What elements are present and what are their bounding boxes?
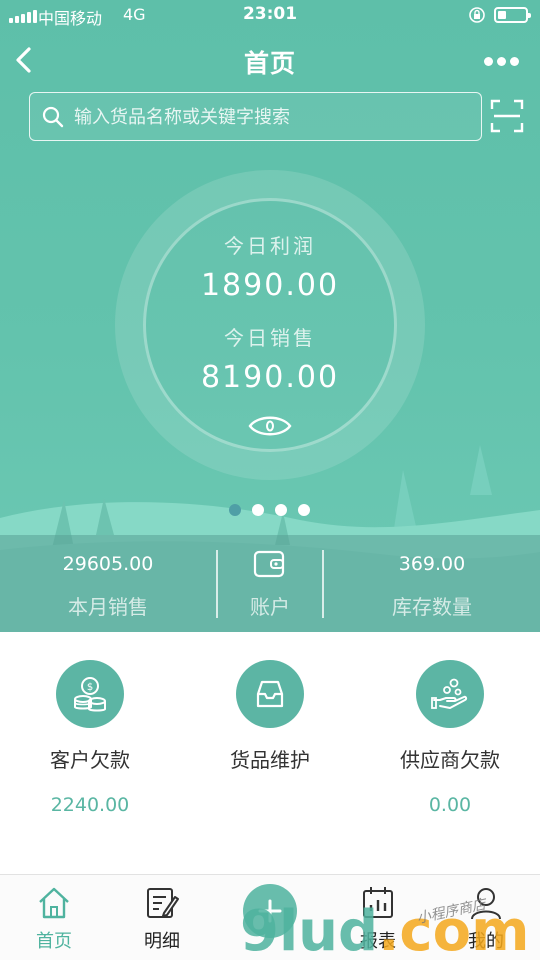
carousel-dot[interactable] <box>229 504 241 516</box>
stock-label: 库存数量 <box>392 595 472 619</box>
coins-icon: $ <box>74 677 106 712</box>
home-icon <box>39 887 69 919</box>
monthly-sales-cell[interactable]: 29605.00 本月销售 <box>0 535 216 632</box>
add-icon <box>258 899 282 923</box>
battery-level <box>498 11 506 19</box>
goods-maintenance-amount <box>180 794 360 818</box>
coins-icon-circle: $ <box>56 660 124 728</box>
search-bar[interactable] <box>29 92 482 141</box>
status-bar: 中国移动 4G 23:01 <box>0 0 540 32</box>
tab-mine[interactable]: 我的 <box>432 875 540 960</box>
search-icon <box>42 106 64 128</box>
stock-value: 369.00 <box>398 553 466 575</box>
eye-icon[interactable] <box>248 413 292 439</box>
stock-cell[interactable]: 369.00 库存数量 <box>324 535 540 632</box>
more-dots-icon[interactable] <box>484 50 526 72</box>
monthly-sales-value: 29605.00 <box>62 553 154 575</box>
inbox-icon-circle <box>236 660 304 728</box>
svg-text:$: $ <box>87 682 93 693</box>
scan-icon[interactable] <box>490 99 524 133</box>
today-profit-label: 今日利润 <box>224 234 316 258</box>
customer-debt-amount: 2240.00 <box>50 794 130 816</box>
tab-details-label: 明细 <box>144 931 180 952</box>
tab-mine-label: 我的 <box>468 931 504 952</box>
inbox-icon <box>256 680 284 708</box>
hand-coins-icon-circle <box>416 660 484 728</box>
battery-icon <box>494 7 531 23</box>
wallet-icon <box>253 550 285 578</box>
carousel-indicator[interactable] <box>229 504 310 516</box>
customer-debt-label: 客户欠款 <box>50 748 130 772</box>
search-input[interactable] <box>74 103 474 131</box>
supplier-debt-action[interactable]: 供应商欠款 0.00 <box>360 660 540 818</box>
carousel-dot[interactable] <box>298 504 310 516</box>
status-time: 23:01 <box>242 4 298 24</box>
hand-coins-icon <box>431 678 468 709</box>
hero-panel: 中国移动 4G 23:01 首页 输入货品名称或关键字搜索 今日利润 1890.… <box>0 0 540 632</box>
goods-maintenance-action[interactable]: 货品维护 <box>180 660 360 818</box>
carousel-dot[interactable] <box>275 504 287 516</box>
tab-home-label: 首页 <box>36 931 72 952</box>
supplier-debt-amount: 0.00 <box>428 794 472 816</box>
tab-home[interactable]: 首页 <box>0 875 108 960</box>
tab-reports-label: 报表 <box>360 931 396 952</box>
tab-details[interactable]: 明细 <box>108 875 216 960</box>
goods-maintenance-label: 货品维护 <box>230 748 310 772</box>
account-label: 账户 <box>250 595 290 619</box>
today-sales-value: 8190.00 <box>200 360 340 395</box>
edit-list-icon <box>147 888 179 918</box>
add-button[interactable] <box>243 884 297 938</box>
rotation-lock-icon <box>469 7 485 23</box>
today-sales-label: 今日销售 <box>224 326 316 350</box>
page-title: 首页 <box>243 49 296 78</box>
carousel-dot[interactable] <box>252 504 264 516</box>
tab-reports[interactable]: 报表 <box>324 875 432 960</box>
user-icon <box>471 888 501 920</box>
supplier-debt-label: 供应商欠款 <box>400 748 500 772</box>
today-profit-value: 1890.00 <box>200 268 340 303</box>
customer-debt-action[interactable]: $ 客户欠款 2240.00 <box>0 660 180 818</box>
calendar-chart-icon <box>363 887 393 918</box>
monthly-sales-label: 本月销售 <box>68 595 148 619</box>
